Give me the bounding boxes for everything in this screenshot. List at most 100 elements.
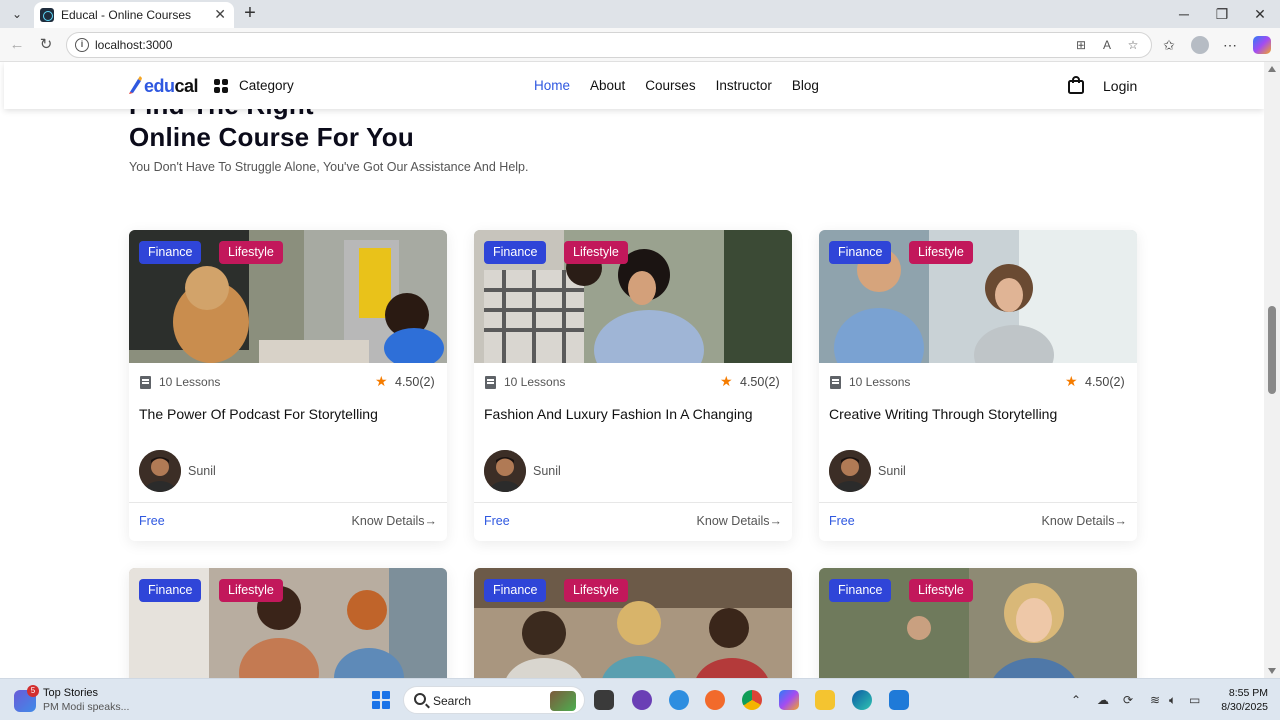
nav-home[interactable]: Home [534, 78, 570, 93]
main-nav: Home About Courses Instructor Blog [534, 78, 819, 93]
course-price: Free [484, 514, 510, 528]
more-menu-icon[interactable]: ⋯ [1221, 36, 1239, 54]
nav-blog[interactable]: Blog [792, 78, 819, 93]
clock-date: 8/30/2025 [1221, 701, 1268, 713]
site-header: educal Category Home About Courses Instr… [4, 62, 1264, 109]
react-favicon-icon [40, 8, 54, 22]
maximize-icon[interactable]: ❐ [1212, 4, 1232, 24]
tag-lifestyle[interactable]: Lifestyle [909, 579, 973, 602]
tag-finance[interactable]: Finance [139, 241, 202, 264]
logo-text: educal [144, 76, 199, 96]
close-window-icon[interactable]: ✕ [1250, 4, 1270, 24]
volume-icon[interactable]: 🔈︎ [1169, 693, 1176, 708]
tag-lifestyle[interactable]: Lifestyle [564, 579, 628, 602]
file-explorer-icon[interactable] [815, 690, 835, 710]
scroll-thumb[interactable] [1268, 306, 1276, 394]
scroll-up-icon[interactable] [1268, 66, 1276, 72]
taskbar-clock[interactable]: 8:55 PM 8/30/2025 [1212, 686, 1268, 714]
know-details-link[interactable]: Know Details→ [1042, 514, 1127, 528]
tray-chevron-icon[interactable]: ⌃ [1071, 693, 1081, 707]
site-info-icon[interactable]: i [75, 38, 89, 52]
lesson-count: 10 Lessons [159, 375, 221, 389]
shopping-bag-icon[interactable] [1067, 76, 1085, 94]
address-toolbar: ← ↻ i localhost:3000 ⊞ A ☆ ✩ ⋯ [0, 28, 1280, 62]
course-price: Free [829, 514, 855, 528]
github-desktop-icon[interactable] [632, 690, 652, 710]
course-card[interactable]: Finance Lifestyle 10 Lessons ★ 4.50(2) T… [129, 230, 447, 541]
tag-finance[interactable]: Finance [829, 241, 892, 264]
app-available-icon[interactable]: ⊞ [1073, 37, 1089, 53]
tag-lifestyle[interactable]: Lifestyle [909, 241, 973, 264]
profile-avatar-icon[interactable] [1191, 36, 1209, 54]
browser-tab[interactable]: Educal - Online Courses ✕ [34, 2, 234, 28]
tag-finance[interactable]: Finance [484, 241, 547, 264]
tag-lifestyle[interactable]: Lifestyle [219, 241, 283, 264]
course-card[interactable]: Finance Lifestyle [129, 568, 447, 678]
tag-lifestyle[interactable]: Lifestyle [564, 241, 628, 264]
favorite-star-icon[interactable]: ☆ [1125, 37, 1141, 53]
know-details-link[interactable]: Know Details→ [697, 514, 782, 528]
address-input[interactable]: i localhost:3000 ⊞ A ☆ [66, 32, 1152, 58]
favorites-icon[interactable]: ✩ [1160, 36, 1178, 54]
vscode-icon[interactable] [889, 690, 909, 710]
scroll-down-icon[interactable] [1268, 668, 1276, 674]
login-link[interactable]: Login [1103, 78, 1137, 94]
course-title[interactable]: Fashion And Luxury Fashion In A Changing [484, 406, 753, 422]
author-avatar [484, 450, 526, 492]
course-card[interactable]: Finance Lifestyle [819, 568, 1137, 678]
know-details-link[interactable]: Know Details→ [352, 514, 437, 528]
tag-lifestyle[interactable]: Lifestyle [219, 579, 283, 602]
edge-icon[interactable] [852, 690, 872, 710]
search-placeholder: Search [433, 694, 472, 708]
tab-title: Educal - Online Courses [61, 8, 192, 22]
lesson-count: 10 Lessons [849, 375, 911, 389]
tab-actions-chevron-icon[interactable]: ⌄ [8, 6, 26, 22]
copilot-app-icon[interactable] [779, 690, 799, 710]
back-icon[interactable]: ← [8, 36, 26, 54]
author-name[interactable]: Sunil [533, 464, 561, 478]
nav-courses[interactable]: Courses [645, 78, 695, 93]
course-title[interactable]: Creative Writing Through Storytelling [829, 406, 1057, 422]
course-card[interactable]: Finance Lifestyle 10 Lessons ★ 4.50(2) C… [819, 230, 1137, 541]
postman-icon[interactable] [705, 690, 725, 710]
url-text: localhost:3000 [95, 38, 173, 52]
clock-time: 8:55 PM [1228, 687, 1268, 699]
tag-finance[interactable]: Finance [829, 579, 892, 602]
card-divider [129, 502, 447, 503]
author-avatar [829, 450, 871, 492]
new-tab-icon[interactable]: + [240, 3, 260, 23]
read-aloud-icon[interactable]: A [1099, 37, 1115, 53]
book-icon [830, 376, 841, 389]
author-name[interactable]: Sunil [878, 464, 906, 478]
minimize-icon[interactable]: ─ [1174, 4, 1194, 24]
taskbar-search[interactable]: Search [403, 686, 585, 714]
news-subtitle[interactable]: PM Modi speaks... [43, 701, 129, 713]
category-grid-icon[interactable] [214, 79, 228, 93]
browser-tab-bar: ⌄ Educal - Online Courses ✕ + ─ ❐ ✕ [0, 0, 1280, 28]
tag-finance[interactable]: Finance [139, 579, 202, 602]
course-title[interactable]: The Power Of Podcast For Storytelling [139, 406, 378, 422]
wifi-icon[interactable]: ≋ [1150, 693, 1160, 707]
chrome-icon[interactable] [742, 690, 762, 710]
task-view-icon[interactable] [594, 690, 614, 710]
close-tab-icon[interactable]: ✕ [214, 6, 226, 23]
windows-start-icon[interactable] [372, 691, 390, 709]
app-bird-icon[interactable] [669, 690, 689, 710]
update-icon[interactable]: ⟳ [1123, 693, 1133, 707]
refresh-icon[interactable]: ↻ [37, 36, 55, 54]
page-scrollbar[interactable] [1264, 62, 1280, 678]
onedrive-icon[interactable]: ☁ [1097, 693, 1109, 707]
author-name[interactable]: Sunil [188, 464, 216, 478]
news-badge: 5 [27, 685, 39, 697]
course-card[interactable]: Finance Lifestyle [474, 568, 792, 678]
battery-icon[interactable]: ▭ [1189, 693, 1200, 707]
news-title[interactable]: Top Stories [43, 687, 98, 699]
copilot-icon[interactable] [1253, 36, 1271, 54]
course-card[interactable]: Finance Lifestyle 10 Lessons ★ 4.50(2) F… [474, 230, 792, 541]
nav-about[interactable]: About [590, 78, 625, 93]
hero-heading-line2: Online Course For You [129, 122, 414, 152]
tag-finance[interactable]: Finance [484, 579, 547, 602]
category-button[interactable]: Category [239, 78, 294, 93]
book-icon [140, 376, 151, 389]
nav-instructor[interactable]: Instructor [716, 78, 772, 93]
